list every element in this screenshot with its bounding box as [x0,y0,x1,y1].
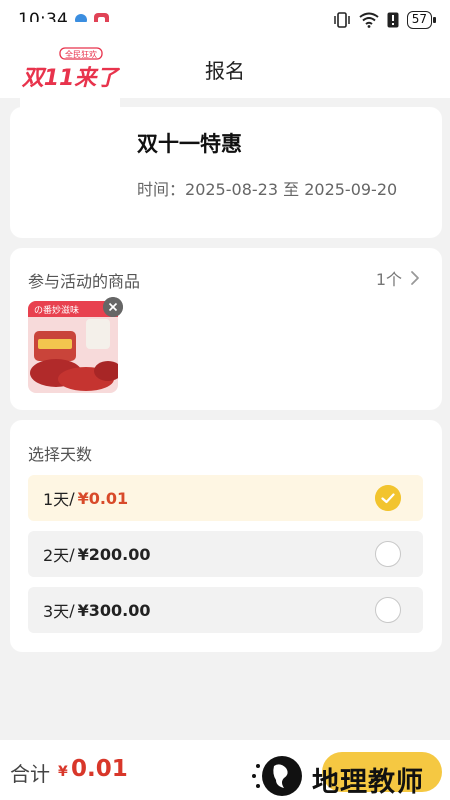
option-price: ¥200.00 [77,544,151,564]
logo-subtext: 全民狂欢 [65,49,97,59]
day-option-3[interactable]: 3天 / ¥300.00 [28,587,423,633]
days-section-label: 选择天数 [28,445,93,464]
option-separator: / [69,488,75,508]
day-option-1[interactable]: 1天 / ¥0.01 [28,475,423,521]
option-price: ¥0.01 [77,488,129,508]
goods-count: 1个 [375,270,402,289]
radio-unchecked-icon[interactable] [375,597,401,623]
page-title: 报名 [205,58,245,83]
total-currency: ¥ [58,764,68,780]
event-name: 双十一特惠 [137,132,242,156]
option-price: ¥300.00 [77,600,151,620]
radio-unchecked-icon[interactable] [375,541,401,567]
option-days: 3天 [43,602,70,621]
event-start-date: 2025-08-23 [185,180,278,199]
vibrate-icon [333,12,350,28]
option-separator: / [69,600,75,620]
event-card [10,107,442,238]
alert-icon [387,12,399,28]
watermark-text: 地理教师 [312,767,424,798]
event-logo: 全民狂欢 双11来了 [20,22,120,114]
day-option-2[interactable]: 2天 / ¥200.00 [28,531,423,577]
logo-maintext: 双11来了 [21,66,120,91]
option-days: 1天 [43,490,70,509]
event-end-date: 2025-09-20 [304,180,398,199]
option-days: 2天 [43,546,70,565]
goods-count-link[interactable]: 1个 [376,266,420,290]
product-thumb-text: の番妙滋味 [34,304,79,316]
event-time-label: 时间： [137,180,186,199]
goods-section-label: 参与活动的商品 [28,272,141,291]
option-separator: / [69,544,75,564]
watermark-globe-icon [252,756,302,796]
total-label: 合计 [10,762,50,786]
wifi-icon [359,12,379,28]
chevron-right-icon [411,271,419,285]
product-thumbnail[interactable]: の番妙滋味 [28,301,118,393]
battery-indicator: 57 [406,11,437,29]
event-date-separator: 至 [283,180,300,199]
event-time: 时间：2025-08-23 至 2025-09-20 [137,176,397,200]
total-amount: 0.01 [71,756,128,782]
remove-product-button[interactable] [103,297,123,317]
check-icon[interactable] [375,485,401,511]
